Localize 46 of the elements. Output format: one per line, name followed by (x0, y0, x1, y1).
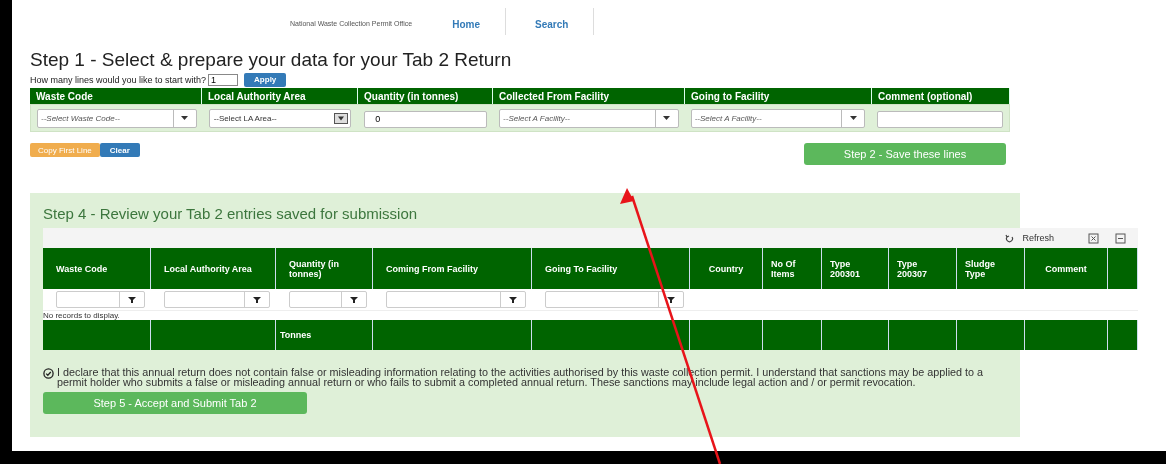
caret-icon (181, 116, 189, 120)
nav-link[interactable]: Home (448, 19, 484, 30)
clear-button[interactable]: Clear (99, 143, 140, 157)
export-excel-icon[interactable] (1088, 232, 1099, 244)
column-header: Coming From Facility (373, 248, 532, 289)
filter-input[interactable] (386, 291, 526, 308)
step-1-title: Step 1 - Select & prepare your data for your Tab 2 Return (30, 49, 513, 71)
filter-icon[interactable] (350, 296, 358, 303)
filter-icon[interactable] (128, 296, 136, 303)
column-header: Country (690, 248, 763, 289)
lines-input[interactable]: 1 (208, 73, 239, 86)
lines-prompt: How many lines would you like to start with? (30, 74, 207, 85)
filter-input[interactable] (289, 291, 367, 308)
column-header: Type 200307 (889, 248, 957, 289)
filter-input[interactable] (164, 291, 270, 308)
empty-message: No records to display. (43, 311, 121, 320)
column-header: Waste Code (43, 248, 151, 289)
step-4-title: Step 4 - Review your Tab 2 entries saved for submission (43, 205, 419, 223)
refresh-icon[interactable] (1005, 233, 1015, 243)
checked-circle-icon[interactable] (43, 368, 54, 379)
column-header: No Of Items (763, 248, 822, 289)
text-input[interactable]: 0 (364, 110, 488, 128)
column-header: Comment (1025, 248, 1108, 289)
refresh-link[interactable]: Refresh (1022, 233, 1054, 243)
export-document-icon[interactable] (1115, 232, 1126, 244)
select-dropdown[interactable]: --Select A Facility-- (690, 108, 866, 128)
column-header: Sludge Type (957, 248, 1025, 289)
nav-link[interactable]: Search (530, 19, 573, 30)
column-header: Going To Facility (532, 248, 690, 289)
column-header: Type 200301 (822, 248, 889, 289)
select-dropdown[interactable]: --Select A Facility-- (499, 108, 679, 128)
footer-cell: Tonnes (276, 320, 373, 350)
column-header: Local Authority Area (151, 248, 276, 289)
filter-input[interactable] (56, 291, 145, 308)
caret-icon (663, 116, 671, 120)
column-header: Quantity (in tonnes) (276, 248, 373, 289)
filter-icon[interactable] (667, 296, 675, 303)
text-input[interactable] (877, 110, 1003, 128)
select-dropdown[interactable]: --Select LA Area-- (208, 108, 351, 128)
filter-input[interactable] (545, 291, 684, 308)
select-dropdown[interactable]: --Select Waste Code-- (37, 108, 197, 128)
apply-button[interactable]: Apply (244, 72, 287, 87)
dropdown-icon (333, 112, 348, 124)
filter-icon[interactable] (253, 296, 261, 303)
caret-icon (849, 116, 857, 120)
filter-icon[interactable] (509, 296, 517, 303)
